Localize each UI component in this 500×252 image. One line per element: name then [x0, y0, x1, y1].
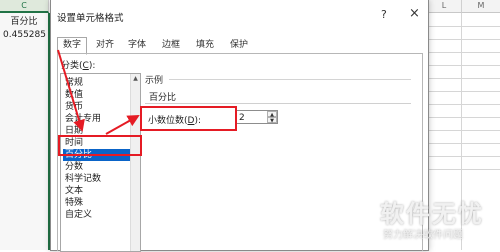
- column-header-l[interactable]: L: [427, 0, 462, 13]
- grid-line: [427, 104, 500, 105]
- highlight-box-decimal: [140, 106, 237, 131]
- spin-down-icon[interactable]: ▼: [267, 117, 277, 124]
- tab-font[interactable]: 字体: [122, 37, 152, 54]
- category-item-custom[interactable]: 自定义: [63, 209, 131, 221]
- watermark-tagline: 努力解决软件问题: [383, 230, 463, 241]
- grid-line: [427, 143, 500, 144]
- grid-line: [427, 52, 500, 53]
- grid-line: [427, 169, 500, 170]
- category-item-currency[interactable]: 货币: [63, 101, 131, 113]
- category-item-scientific[interactable]: 科学记数: [63, 173, 131, 185]
- tab-alignment[interactable]: 对齐: [90, 37, 120, 54]
- grid-line: [427, 117, 500, 118]
- category-item-general[interactable]: 常规: [63, 77, 131, 89]
- category-item-special[interactable]: 特殊: [63, 197, 131, 209]
- category-item-text[interactable]: 文本: [63, 185, 131, 197]
- help-icon[interactable]: ?: [381, 8, 387, 21]
- close-icon[interactable]: ×: [409, 6, 420, 21]
- format-cells-dialog: 设置单元格格式 ? × 数字 对齐 字体 边框 填充 保护 分类(C): 常规 …: [50, 0, 429, 252]
- grid-line: [427, 156, 500, 157]
- sample-box: [145, 86, 411, 104]
- grid-line: [427, 39, 500, 40]
- decimal-places-spinner[interactable]: ▲ ▼: [267, 111, 277, 124]
- scroll-up-icon[interactable]: ▲: [131, 74, 140, 83]
- grid-line: [427, 91, 500, 92]
- tab-fill[interactable]: 填充: [190, 37, 220, 54]
- category-item-accounting[interactable]: 会计专用: [63, 113, 131, 125]
- dialog-title: 设置单元格格式: [57, 13, 124, 24]
- grid-line: [427, 78, 500, 79]
- grid-line: [427, 130, 500, 131]
- column-header-c[interactable]: C: [0, 0, 49, 13]
- sample-value: 百分比: [149, 93, 177, 103]
- selected-column-c[interactable]: [0, 13, 50, 250]
- category-listbox[interactable]: 常规 数值 货币 会计专用 日期 时间 百分比 分数 科学记数 文本 特殊 自定…: [60, 73, 141, 252]
- sample-label: 示例: [145, 76, 164, 86]
- listbox-scrollbar[interactable]: ▲: [130, 74, 140, 251]
- tab-border[interactable]: 边框: [156, 37, 186, 54]
- category-item-fraction[interactable]: 分数: [63, 161, 131, 173]
- grid-line: [427, 26, 500, 27]
- tab-protection[interactable]: 保护: [224, 37, 254, 54]
- grid-line: [427, 65, 500, 66]
- category-item-number[interactable]: 数值: [63, 89, 131, 101]
- highlight-box-percentage: [58, 135, 142, 156]
- column-header-m[interactable]: M: [462, 0, 500, 13]
- sample-divider: [169, 79, 411, 80]
- category-label: 分类(C):: [61, 61, 96, 71]
- watermark-logo: 软件无忧: [380, 200, 484, 228]
- cell-c2[interactable]: 0.455285: [2, 29, 46, 41]
- cell-c1[interactable]: 百分比: [2, 16, 46, 28]
